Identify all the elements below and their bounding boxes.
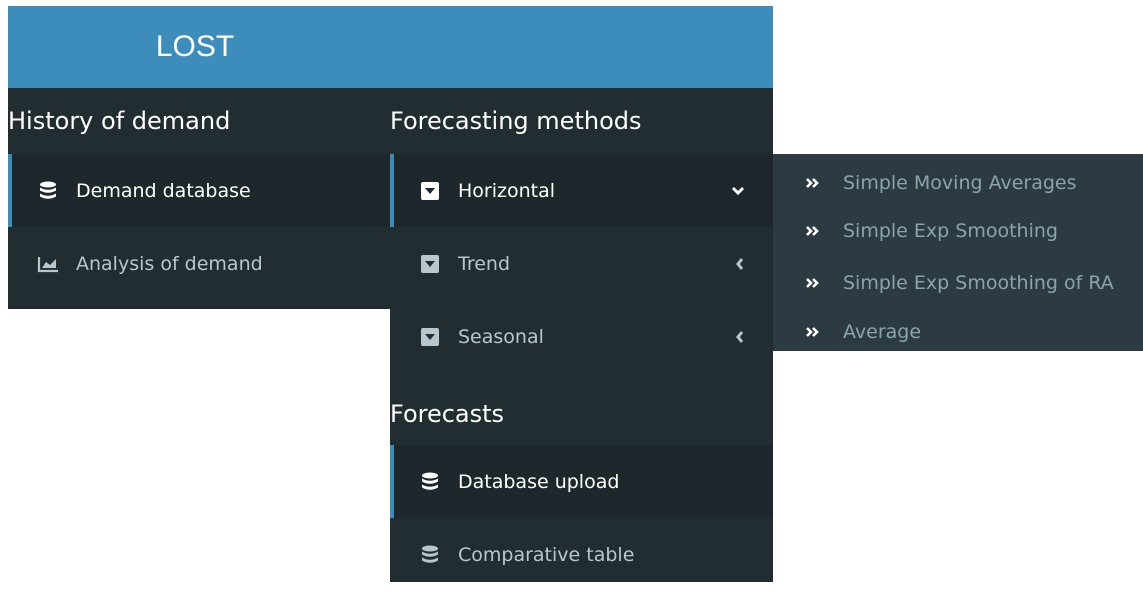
angle-double-right-icon: [805, 277, 825, 289]
menu-item-label: Comparative table: [458, 543, 635, 566]
caret-square-down-icon: [418, 252, 442, 276]
history-panel: History of demand Demand database Analys…: [8, 88, 390, 309]
forecasts-section-header: Forecasts: [390, 400, 505, 428]
submenu-item-simple-exp-smoothing-of-ra[interactable]: Simple Exp Smoothing of RA: [773, 258, 1143, 308]
menu-item-label: Seasonal: [458, 325, 544, 348]
history-section-header: History of demand: [8, 107, 231, 135]
chevron-left-icon[interactable]: [735, 300, 745, 373]
database-icon: [418, 470, 442, 494]
database-icon: [418, 543, 442, 567]
submenu-item-label: Simple Moving Averages: [843, 172, 1077, 194]
submenu-item-label: Simple Exp Smoothing: [843, 220, 1058, 242]
chevron-left-icon[interactable]: [735, 227, 745, 300]
menu-item-label: Demand database: [76, 179, 251, 202]
submenu-item-simple-exp-smoothing[interactable]: Simple Exp Smoothing: [773, 206, 1143, 256]
chevron-down-icon[interactable]: [731, 154, 745, 227]
caret-square-down-icon: [418, 325, 442, 349]
area-chart-icon: [36, 252, 60, 276]
submenu-item-simple-moving-averages[interactable]: Simple Moving Averages: [773, 158, 1143, 208]
menu-item-analysis-of-demand[interactable]: Analysis of demand: [8, 227, 390, 300]
menu-item-trend[interactable]: Trend: [390, 227, 773, 300]
menu-item-seasonal[interactable]: Seasonal: [390, 300, 773, 373]
methods-panel: Forecasting methods Horizontal Trend Sea…: [390, 88, 773, 582]
angle-double-right-icon: [805, 225, 825, 237]
menu-item-horizontal[interactable]: Horizontal: [390, 154, 773, 227]
submenu-item-label: Average: [843, 321, 922, 343]
menu-item-label: Analysis of demand: [76, 252, 263, 275]
menu-item-label: Horizontal: [458, 179, 556, 202]
angle-double-right-icon: [805, 326, 825, 338]
angle-double-right-icon: [805, 177, 825, 189]
submenu-item-label: Simple Exp Smoothing of RA: [843, 272, 1114, 294]
menu-item-demand-database[interactable]: Demand database: [8, 154, 390, 227]
menu-item-database-upload[interactable]: Database upload: [390, 445, 773, 518]
app-header: LOST: [8, 6, 773, 88]
submenu-item-average[interactable]: Average: [773, 307, 1143, 357]
menu-item-comparative-table[interactable]: Comparative table: [390, 518, 773, 591]
menu-item-label: Trend: [458, 252, 510, 275]
app-logo-title[interactable]: LOST: [8, 6, 382, 88]
database-icon: [36, 179, 60, 203]
menu-item-label: Database upload: [458, 470, 620, 493]
methods-section-header: Forecasting methods: [390, 107, 642, 135]
horizontal-submenu: Simple Moving Averages Simple Exp Smooth…: [773, 154, 1143, 351]
caret-square-down-icon: [418, 179, 442, 203]
